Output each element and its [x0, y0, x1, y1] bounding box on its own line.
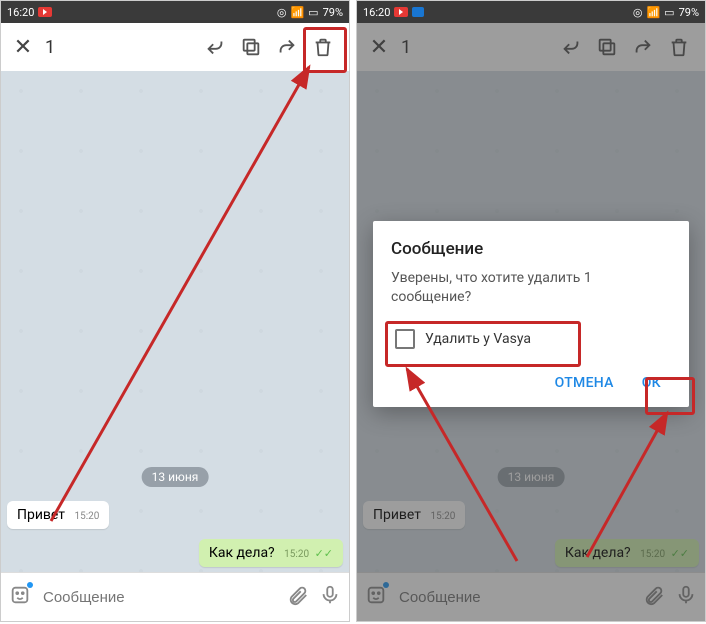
ok-button[interactable]: ОК	[632, 369, 671, 397]
message-in[interactable]: Привет 15:20	[7, 501, 109, 529]
checkbox-label: Удалить у Vasya	[425, 331, 531, 347]
youtube-icon	[394, 7, 408, 17]
emoji-button[interactable]	[9, 584, 31, 610]
battery-icon: ▭	[308, 6, 318, 19]
status-bar: 16:20 ◎ 📶 ▭ 79%	[1, 1, 349, 23]
delete-button[interactable]	[305, 36, 341, 58]
message-time: 15:20	[284, 549, 309, 560]
message-input[interactable]	[41, 588, 277, 607]
delete-dialog: Сообщение Уверены, что хотите удалить 1 …	[373, 221, 689, 407]
youtube-icon	[38, 7, 52, 17]
chat-area[interactable]: 13 июня Привет 15:20 Как дела? 15:20 ✓✓	[1, 71, 349, 573]
message-text: Привет	[17, 507, 65, 523]
status-time: 16:20	[363, 6, 390, 19]
reply-button[interactable]	[197, 36, 233, 58]
mic-button[interactable]	[319, 584, 341, 610]
forward-button[interactable]	[269, 36, 305, 58]
message-text: Как дела?	[209, 545, 275, 561]
message-input-bar	[1, 572, 349, 621]
status-battery: 79%	[679, 6, 699, 19]
attach-button[interactable]	[287, 584, 309, 610]
dialog-actions: ОТМЕНА ОК	[391, 369, 671, 397]
wifi-icon: ◎	[277, 6, 287, 19]
read-ticks-icon: ✓✓	[315, 547, 333, 560]
battery-icon: ▭	[664, 6, 674, 19]
message-time: 15:20	[75, 511, 100, 522]
status-battery: 79%	[323, 6, 343, 19]
checkbox-icon	[395, 329, 415, 349]
dialog-body: Уверены, что хотите удалить 1 сообщение?	[391, 269, 671, 307]
copy-button[interactable]	[233, 36, 269, 58]
phone-left: 16:20 ◎ 📶 ▭ 79% ✕ 1 13 июня Привет 15	[0, 0, 350, 622]
date-chip: 13 июня	[142, 467, 209, 487]
dialog-title: Сообщение	[391, 239, 671, 259]
close-icon[interactable]: ✕	[9, 35, 37, 60]
cancel-button[interactable]: ОТМЕНА	[545, 369, 624, 397]
phone-right: 16:20 ◎ 📶 ▭ 79% ✕ 1 13 июня Привет 15:20…	[356, 0, 706, 622]
wifi-icon: ◎	[633, 6, 643, 19]
selection-toolbar: ✕ 1	[1, 23, 349, 72]
status-time: 16:20	[7, 6, 34, 19]
status-bar: 16:20 ◎ 📶 ▭ 79%	[357, 1, 705, 23]
signal-icon: 📶	[646, 6, 660, 19]
message-out[interactable]: Как дела? 15:20 ✓✓	[199, 539, 343, 567]
app-icon	[412, 7, 424, 17]
selection-count: 1	[45, 37, 55, 58]
delete-for-checkbox[interactable]: Удалить у Vasya	[391, 323, 671, 355]
signal-icon: 📶	[290, 6, 304, 19]
